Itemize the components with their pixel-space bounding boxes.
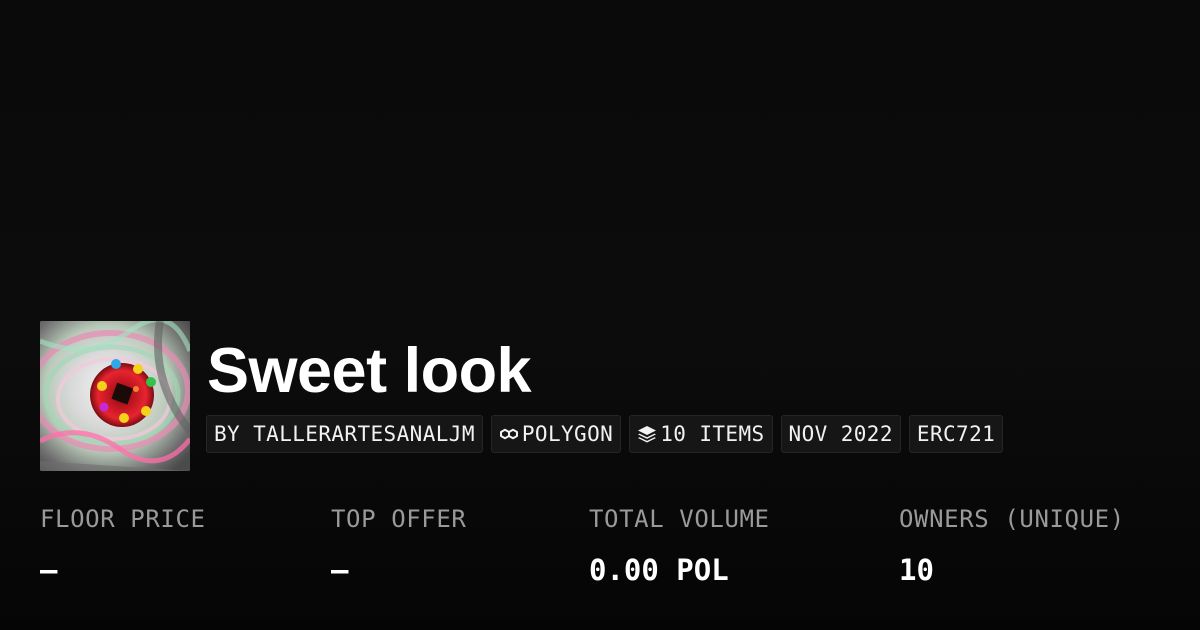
creator-chip[interactable]: BY TALLERARTESANALJM (206, 415, 483, 453)
chain-chip-label: POLYGON (521, 422, 614, 446)
donut-eye-artwork-icon (40, 321, 190, 471)
collection-card: Sweet look BY TALLERARTESANALJM POLYGON (0, 0, 1200, 630)
creator-chip-label: BY TALLERARTESANALJM (214, 422, 475, 446)
collection-meta-chips: BY TALLERARTESANALJM POLYGON 10 ITEMS NO… (206, 415, 1004, 453)
owners-value: 10 (899, 553, 934, 587)
token-standard-chip: ERC721 (908, 415, 1004, 453)
collection-image[interactable] (40, 321, 190, 471)
floor-price-label: FLOOR PRICE (40, 505, 206, 533)
layers-icon (637, 425, 657, 443)
collection-title: Sweet look (207, 336, 532, 406)
floor-price-value: – (40, 553, 58, 587)
total-volume-value: 0.00 POL (589, 553, 729, 587)
items-count-chip-label: 10 ITEMS (660, 422, 765, 446)
items-count-chip[interactable]: 10 ITEMS (629, 415, 773, 453)
created-date-chip: NOV 2022 (780, 415, 901, 453)
top-offer-value: – (331, 553, 349, 587)
total-volume-label: TOTAL VOLUME (589, 505, 770, 533)
chain-chip[interactable]: POLYGON (490, 415, 622, 453)
polygon-chain-icon (499, 425, 519, 443)
top-offer-label: TOP OFFER (331, 505, 467, 533)
created-date-chip-label: NOV 2022 (788, 422, 893, 446)
token-standard-chip-label: ERC721 (916, 422, 996, 446)
owners-label: OWNERS (UNIQUE) (899, 505, 1125, 533)
